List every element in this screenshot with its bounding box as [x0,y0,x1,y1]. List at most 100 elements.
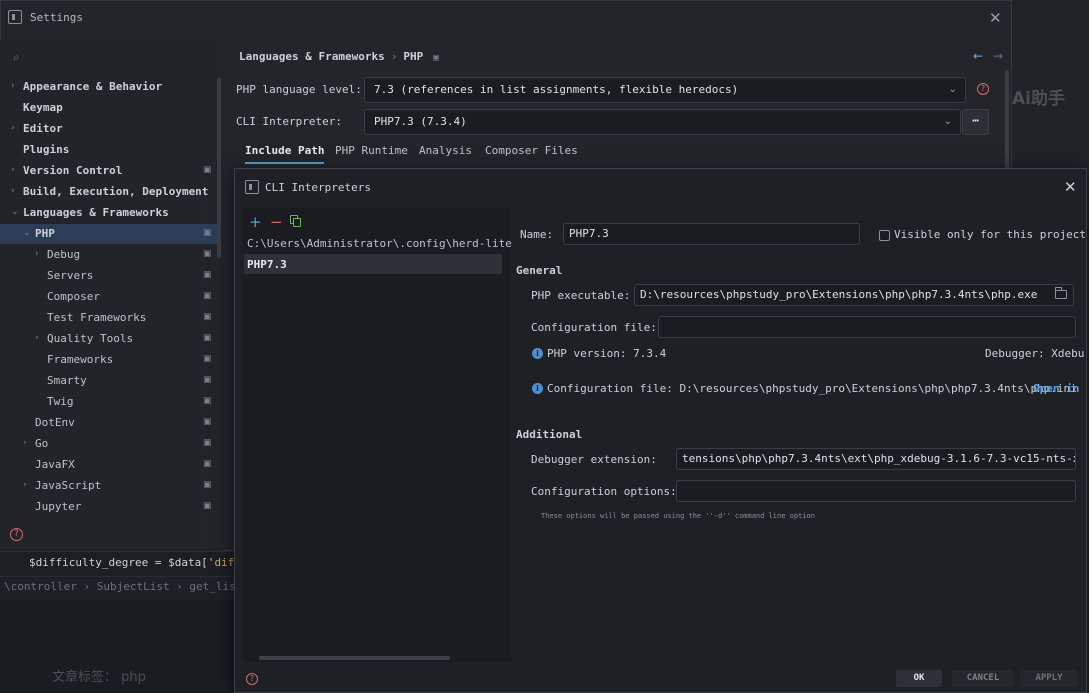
project-scope-icon: ▣ [203,375,212,385]
dialog-title: CLI Interpreters [265,181,371,194]
chevron-down-icon[interactable]: ⌄ [11,207,19,217]
sidebar-item[interactable]: Editor [23,119,63,139]
help-icon[interactable]: ? [246,673,258,685]
sidebar-item[interactable]: Keymap [23,98,63,118]
help-icon[interactable]: ? [10,528,23,541]
settings-title: Settings [30,11,83,24]
remove-icon[interactable]: − [270,213,283,231]
editor-breadcrumb: \controller › SubjectList › get_list( [4,580,250,593]
chevron-right-icon[interactable]: › [11,81,15,91]
sidebar-item[interactable]: Go [35,434,48,454]
project-scope-icon: ▣ [203,438,212,448]
sidebar-item[interactable]: Twig [47,392,74,412]
project-scope-icon: ▣ [433,53,439,63]
chevron-down-icon: ⌄ [948,84,957,95]
project-scope-icon: ▣ [203,501,212,511]
sidebar-item[interactable]: Debug [47,245,80,265]
breadcrumb: Languages & Frameworks › PHP ▣ [239,50,439,63]
sidebar-item[interactable]: Frameworks [47,350,113,370]
debugger-extension-input[interactable]: tensions\php\php7.3.4nts\ext\php_xdebug-… [676,448,1076,470]
sidebar-item[interactable]: Test Frameworks [47,308,146,328]
project-scope-icon: ▣ [203,459,212,469]
php-executable-input[interactable]: D:\resources\phpstudy_pro\Extensions\php… [634,284,1074,306]
info-icon: i [532,348,543,359]
chevron-right-icon[interactable]: › [23,438,27,448]
debugger-text: Debugger: Xdebu [985,347,1085,360]
project-scope-icon: ▣ [203,333,212,343]
project-scope-icon: ▣ [203,291,212,301]
sidebar-item[interactable]: DotEnv [35,413,75,433]
interpreter-list-panel [243,207,511,662]
back-arrow-icon[interactable]: ← [973,49,983,63]
list-item[interactable]: C:\Users\Administrator\.config\herd-lite… [247,237,511,250]
chevron-right-icon[interactable]: › [23,480,27,490]
ai-assistant-label: Ai助手 [1012,89,1065,109]
sidebar-item[interactable]: Servers [47,266,93,286]
tab-analysis[interactable]: Analysis [419,142,472,164]
settings-scrollbar[interactable] [1005,70,1009,170]
chevron-right-icon[interactable]: › [35,333,39,343]
sidebar-item[interactable]: Languages & Frameworks [23,203,169,223]
more-options-button[interactable]: ⋯ [962,109,989,135]
sidebar-item[interactable]: Plugins [23,140,69,160]
sidebar-item[interactable]: PHP [35,224,55,244]
sidebar-item[interactable]: Quality Tools [47,329,133,349]
configuration-file-label: Configuration file: [531,321,657,334]
ok-button[interactable]: OK [896,670,942,687]
sidebar-item[interactable]: JavaScript [35,476,101,496]
help-icon[interactable]: ? [977,83,989,95]
breadcrumb-parent[interactable]: Languages & Frameworks [239,50,385,63]
add-icon[interactable]: + [249,213,262,231]
close-icon[interactable]: ✕ [1064,178,1077,196]
configuration-file-input[interactable] [658,316,1076,338]
tab-composer-files[interactable]: Composer Files [485,142,578,164]
forward-arrow-icon[interactable]: → [993,49,1003,63]
cli-interpreter-select[interactable]: PHP7.3 (7.3.4) ⌄ [364,109,961,135]
name-input[interactable]: PHP7.3 [563,223,860,245]
project-scope-icon: ▣ [203,270,212,280]
cli-interpreter-value: PHP7.3 (7.3.4) [374,115,467,128]
chevron-right-icon: › [390,50,398,63]
project-scope-icon: ▣ [203,480,212,490]
search-icon[interactable]: ⌕ [13,50,20,65]
chevron-down-icon[interactable]: ⌄ [23,228,31,238]
chevron-right-icon[interactable]: › [11,123,15,133]
additional-section-title: Additional [516,428,583,441]
language-level-value: 7.3 (references in list assignments, fle… [374,83,739,96]
sidebar-item[interactable]: Jupyter [35,497,81,517]
cancel-button[interactable]: CANCEL [952,670,1014,687]
tree-selection-highlight [0,224,220,244]
info-icon: i [532,383,543,394]
open-in-link[interactable]: Open in [1033,382,1079,395]
tab-php-runtime[interactable]: PHP Runtime [335,142,408,164]
copy-icon[interactable] [290,215,301,227]
chevron-right-icon[interactable]: › [11,186,15,196]
sidebar-item[interactable]: Appearance & Behavior [23,77,162,97]
chevron-right-icon[interactable]: › [35,249,39,259]
chevron-right-icon[interactable]: › [11,165,15,175]
cli-interpreter-label: CLI Interpreter: [236,115,342,128]
sidebar-item[interactable]: Composer [47,287,100,307]
name-label: Name: [520,228,554,241]
app-icon [245,180,259,194]
tab-include-path[interactable]: Include Path [245,142,325,164]
project-scope-icon: ▣ [203,228,212,238]
apply-button[interactable]: APPLY [1020,670,1078,687]
folder-icon[interactable] [1054,287,1067,299]
close-icon[interactable]: ✕ [989,9,1002,27]
sidebar-item[interactable]: Smarty [47,371,87,391]
code-text: $difficulty_degree = $data[' [29,556,215,569]
list-item-selected[interactable]: PHP7.3 [247,258,287,271]
project-scope-icon: ▣ [203,312,212,322]
configuration-options-input[interactable] [676,480,1076,502]
sidebar-item[interactable]: JavaFX [35,455,75,475]
sidebar-scrollbar[interactable] [217,78,221,258]
breadcrumb-current: PHP [403,50,424,63]
sidebar-item[interactable]: Version Control [23,161,122,181]
visible-only-checkbox[interactable] [879,230,890,241]
list-horizontal-scrollbar[interactable] [259,656,450,660]
language-level-select[interactable]: 7.3 (references in list assignments, fle… [364,77,966,103]
sidebar-item[interactable]: Build, Execution, Deployment [23,182,208,202]
visible-only-label[interactable]: Visible only for this project [894,228,1086,241]
project-scope-icon: ▣ [203,165,212,175]
